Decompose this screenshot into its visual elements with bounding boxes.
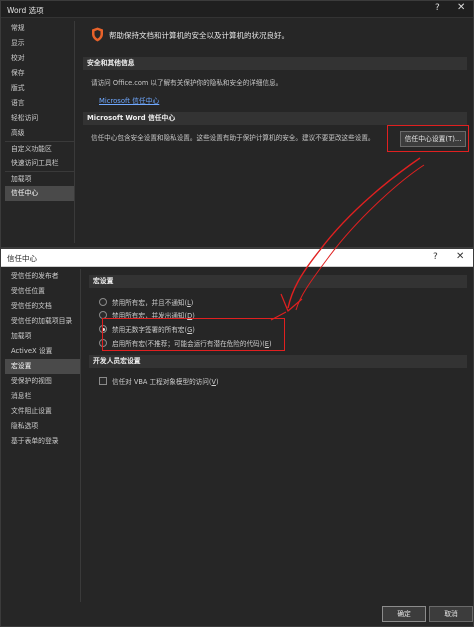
sidebar-item-language[interactable]: 语言 xyxy=(5,96,74,111)
annotation-box-button xyxy=(387,125,469,152)
close-icon[interactable]: ✕ xyxy=(456,251,464,262)
sidebar-item-addins[interactable]: 加载项 xyxy=(5,329,80,344)
window-title: 信任中心 xyxy=(7,254,37,263)
sidebar-item-quick-access-toolbar[interactable]: 快速访问工具栏 xyxy=(5,156,74,171)
sidebar-item-save[interactable]: 保存 xyxy=(5,66,74,81)
cancel-button[interactable]: 取消 xyxy=(429,606,473,622)
window-title: Word 选项 xyxy=(7,6,44,15)
macro-section-header: 宏设置 xyxy=(89,275,467,288)
sidebar-item-macro-settings[interactable]: 宏设置 xyxy=(5,359,80,374)
sidebar-item-trusted-locations[interactable]: 受信任位置 xyxy=(5,284,80,299)
sidebar-item-general[interactable]: 常规 xyxy=(5,21,74,36)
sidebar-item-trusted-documents[interactable]: 受信任的文档 xyxy=(5,299,80,314)
sidebar-item-form-based-sign-in[interactable]: 基于表单的登录 xyxy=(5,434,80,449)
sidebar-item-display[interactable]: 显示 xyxy=(5,36,74,51)
trust-center-window: 信任中心 ? ✕ 受信任的发布者 受信任位置 受信任的文档 受信任的加载项目录 … xyxy=(0,248,474,627)
sidebar-item-customize-ribbon[interactable]: 自定义功能区 xyxy=(5,141,74,156)
checkbox[interactable] xyxy=(99,377,107,385)
sidebar-item-accessibility[interactable]: 轻松访问 xyxy=(5,111,74,126)
trust-center-description: 信任中心包含安全设置和隐私设置。这些设置有助于保护计算机的安全。建议不要更改这些… xyxy=(91,134,375,142)
sidebar-item-addins[interactable]: 加载项 xyxy=(5,171,74,186)
word-options-window: Word 选项 ? ✕ 常规 显示 校对 保存 版式 语言 轻松访问 高级 自定… xyxy=(0,0,474,248)
shield-icon xyxy=(92,27,103,42)
sidebar-item-message-bar[interactable]: 消息栏 xyxy=(5,389,80,404)
sidebar-item-file-block-settings[interactable]: 文件阻止设置 xyxy=(5,404,80,419)
sidebar-item-trust-center[interactable]: 信任中心 xyxy=(5,186,74,201)
option-label: 禁用所有宏，并且不通知( xyxy=(112,299,188,307)
trust-center-section-header: Microsoft Word 信任中心 xyxy=(83,112,467,125)
sidebar-item-proofing[interactable]: 校对 xyxy=(5,51,74,66)
help-icon[interactable]: ? xyxy=(433,252,438,262)
sidebar-item-privacy-options[interactable]: 隐私选项 xyxy=(5,419,80,434)
sidebar-item-advanced[interactable]: 高级 xyxy=(5,126,74,141)
annotation-box-options xyxy=(102,318,285,351)
sidebar-item-protected-view[interactable]: 受保护的视图 xyxy=(5,374,80,389)
privacy-description: 请访问 Office.com 以了解有关保护你的隐私和安全的详细信息。 xyxy=(91,79,283,87)
ok-button[interactable]: 确定 xyxy=(382,606,426,622)
sidebar-item-trusted-addin-catalogs[interactable]: 受信任的加载项目录 xyxy=(5,314,80,329)
options-sidebar: 常规 显示 校对 保存 版式 语言 轻松访问 高级 自定义功能区 快速访问工具栏… xyxy=(5,21,75,243)
sidebar-item-trusted-publishers[interactable]: 受信任的发布者 xyxy=(5,269,80,284)
option-label: 信任对 VBA 工程对象模型的访问( xyxy=(112,378,212,386)
trust-center-titlebar: 信任中心 ? ✕ xyxy=(1,249,473,267)
privacy-section-header: 安全和其他信息 xyxy=(83,57,467,70)
radio-button[interactable] xyxy=(99,298,107,306)
option-suffix: ) xyxy=(215,378,219,386)
help-icon[interactable]: ? xyxy=(435,3,440,13)
sidebar-item-layout[interactable]: 版式 xyxy=(5,81,74,96)
banner-text: 帮助保持文档和计算机的安全以及计算机的状况良好。 xyxy=(109,31,289,40)
word-options-titlebar: Word 选项 ? ✕ xyxy=(1,1,473,18)
microsoft-trust-center-link[interactable]: Microsoft 信任中心 xyxy=(99,95,159,105)
developer-macro-section-header: 开发人员宏设置 xyxy=(89,355,467,368)
option-suffix: ) xyxy=(190,299,194,307)
sidebar-item-activex-settings[interactable]: ActiveX 设置 xyxy=(5,344,80,359)
trust-center-sidebar: 受信任的发布者 受信任位置 受信任的文档 受信任的加载项目录 加载项 Activ… xyxy=(5,269,81,602)
close-icon[interactable]: ✕ xyxy=(457,2,465,13)
